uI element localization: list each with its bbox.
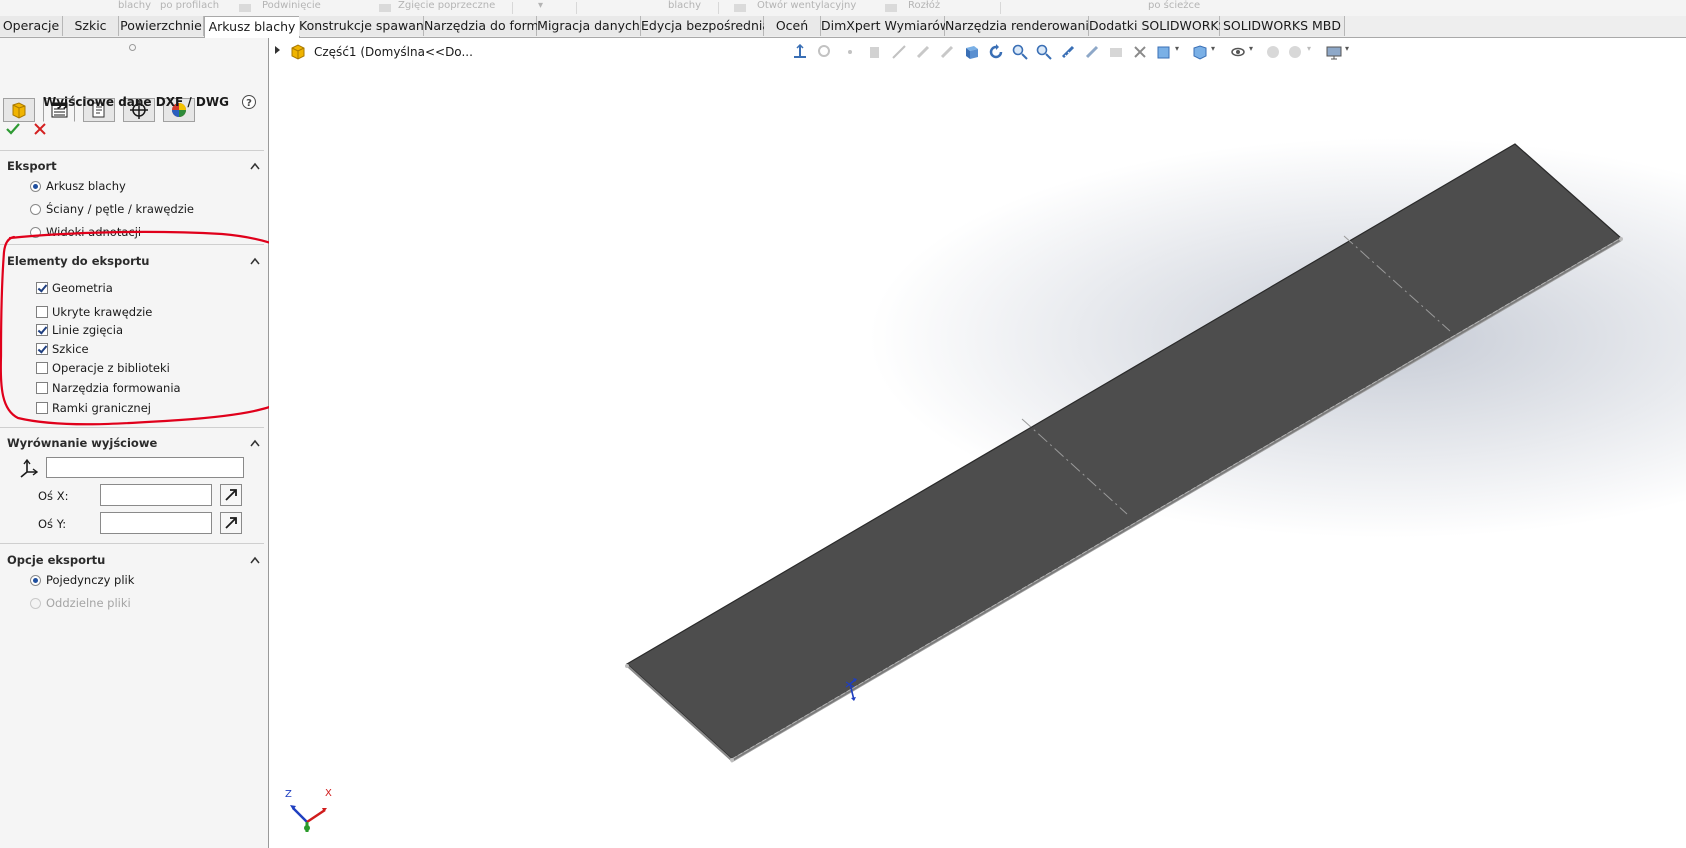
arrow-pick-icon	[225, 517, 237, 529]
reference-triad: Z X	[285, 788, 332, 832]
ribbon-label: Zgięcie poprzeczne	[398, 0, 496, 11]
ribbon-label: blachy	[668, 0, 702, 11]
axis-x-label: Oś X:	[38, 489, 69, 503]
cross-break-icon	[379, 4, 391, 12]
ribbon-label: Rozłóż	[908, 0, 941, 11]
tab-arkusz-blachy[interactable]: Arkusz blachy	[204, 16, 300, 38]
command-manager-tabs: Operacje Szkic Powierzchnie Arkusz blach…	[0, 16, 1686, 38]
tab-migracja-danych[interactable]: Migracja danych	[537, 16, 641, 36]
tab-solidworks-mbd[interactable]: SOLIDWORKS MBD	[1220, 16, 1345, 36]
hem-icon	[239, 4, 251, 12]
section-title-opcje-eksportu: Opcje eksportu	[7, 553, 106, 567]
radio-label: Pojedynczy plik	[46, 573, 135, 587]
tab-ocen[interactable]: Oceń	[764, 16, 821, 36]
sheet-metal-plate[interactable]	[269, 38, 1686, 848]
radio-label: Oddzielne pliki	[46, 596, 131, 610]
coordinate-origin-icon	[20, 458, 38, 478]
dropdown-icon[interactable]: ▾	[538, 0, 543, 11]
triad-z-label: Z	[285, 789, 292, 800]
axis-x-input[interactable]	[100, 484, 212, 506]
tab-narzedzia-renderowania[interactable]: Narzędzia renderowania	[945, 16, 1097, 36]
tab-konstrukcje-spawane[interactable]: Konstrukcje spawane	[299, 16, 431, 36]
vent-icon	[734, 4, 746, 12]
ribbon-command-row: blachy po profilach Podwinięcie Zgięcie …	[0, 0, 1686, 16]
tab-operacje[interactable]: Operacje	[0, 16, 63, 36]
arrow-pick-icon	[225, 489, 237, 501]
tab-szkic[interactable]: Szkic	[63, 16, 119, 36]
axis-y-label: Oś Y:	[38, 517, 67, 531]
origin-icon	[845, 678, 857, 701]
radio-oddzielne-pliki[interactable]	[30, 598, 41, 609]
tab-dimxpert-wymiarow[interactable]: DimXpert Wymiarów	[821, 16, 950, 36]
ribbon-label: Otwór wentylacyjny	[757, 0, 857, 11]
radio-pojedynczy-plik[interactable]	[30, 575, 41, 586]
axis-y-input[interactable]	[100, 512, 212, 534]
ribbon-label: blachy	[118, 0, 152, 11]
axis-y-pick-button[interactable]	[220, 512, 242, 534]
ribbon-label: po ścieżce	[1148, 0, 1201, 11]
collapse-icon[interactable]	[250, 556, 260, 564]
unfold-icon	[885, 4, 897, 12]
axis-x-pick-button[interactable]	[220, 484, 242, 506]
tab-edycja-bezposrednia[interactable]: Edycja bezpośrednia	[641, 16, 770, 36]
tab-dodatki-solidworks[interactable]: Dodatki SOLIDWORKS	[1089, 16, 1227, 36]
property-manager-panel: Wyjściowe dane DXF / DWG ? Eksport Arkus…	[0, 38, 322, 848]
origin-input[interactable]	[46, 457, 244, 478]
graphics-area[interactable]: Część1 (Domyślna<<Do... ▾ ▾ ▾ ▾ ▾ Z X	[269, 38, 1686, 848]
tab-narzedzia-do-form[interactable]: Narzędzia do form	[424, 16, 539, 36]
triad-x-label: X	[325, 788, 332, 799]
ribbon-label: po profilach	[160, 0, 220, 11]
tab-powierzchnie[interactable]: Powierzchnie	[119, 16, 204, 36]
ribbon-label: Podwinięcie	[262, 0, 321, 11]
